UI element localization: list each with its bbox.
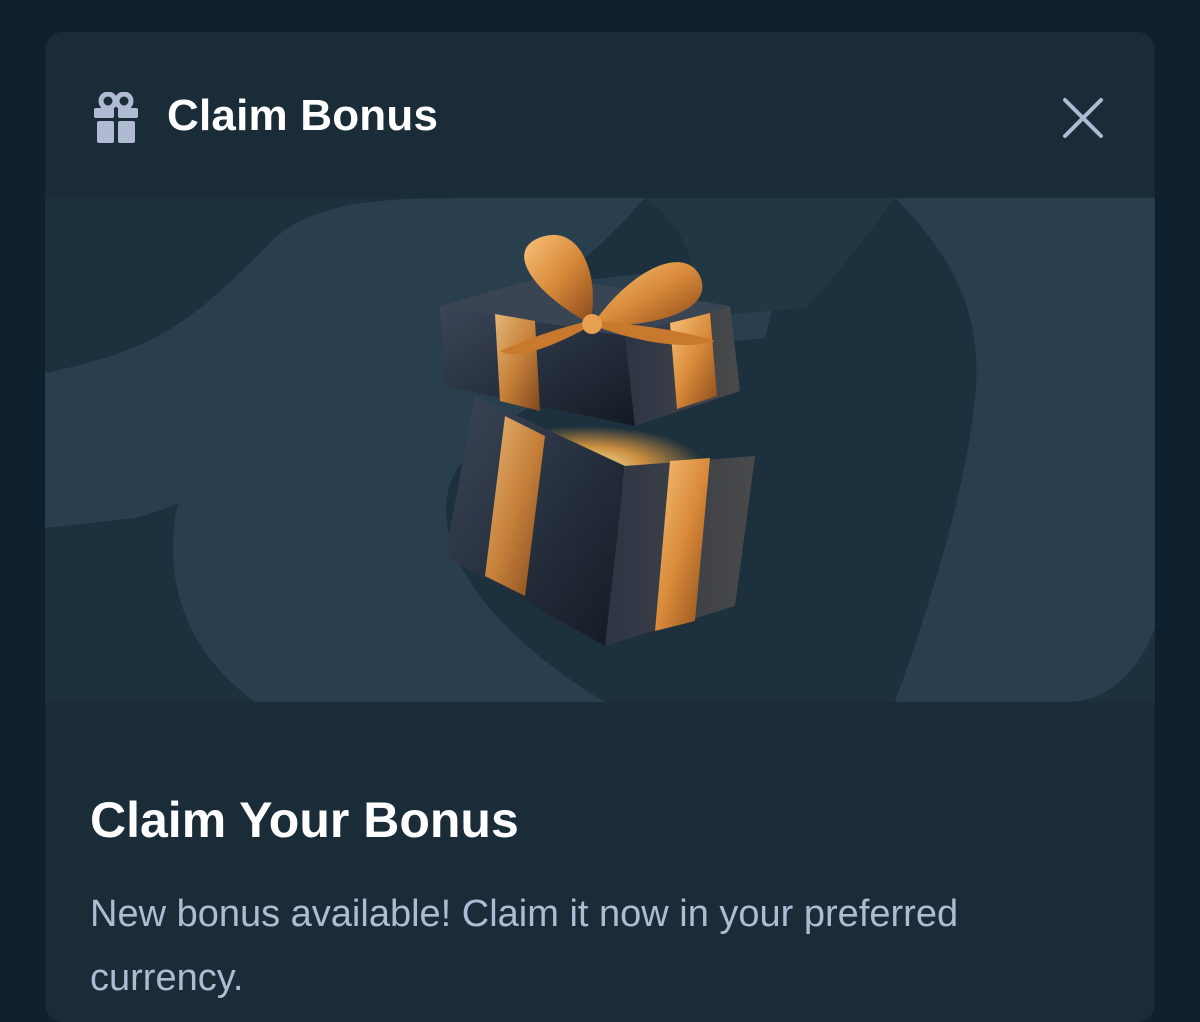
close-button[interactable] [1055,90,1111,146]
bonus-hero-banner [45,198,1155,702]
claim-bonus-modal: Claim Bonus Claim Your Bonus New bonus a… [45,32,1155,1022]
modal-header: Claim Bonus [45,32,1155,198]
gift-icon [92,91,140,144]
gift-box-illustration [440,234,755,646]
bonus-description: New bonus available! Claim it now in you… [90,893,959,999]
modal-title: Claim Bonus [167,91,439,140]
bonus-heading: Claim Your Bonus [90,792,519,848]
close-icon [1063,98,1103,138]
bonus-content: Claim Your Bonus New bonus available! Cl… [45,702,1155,1022]
